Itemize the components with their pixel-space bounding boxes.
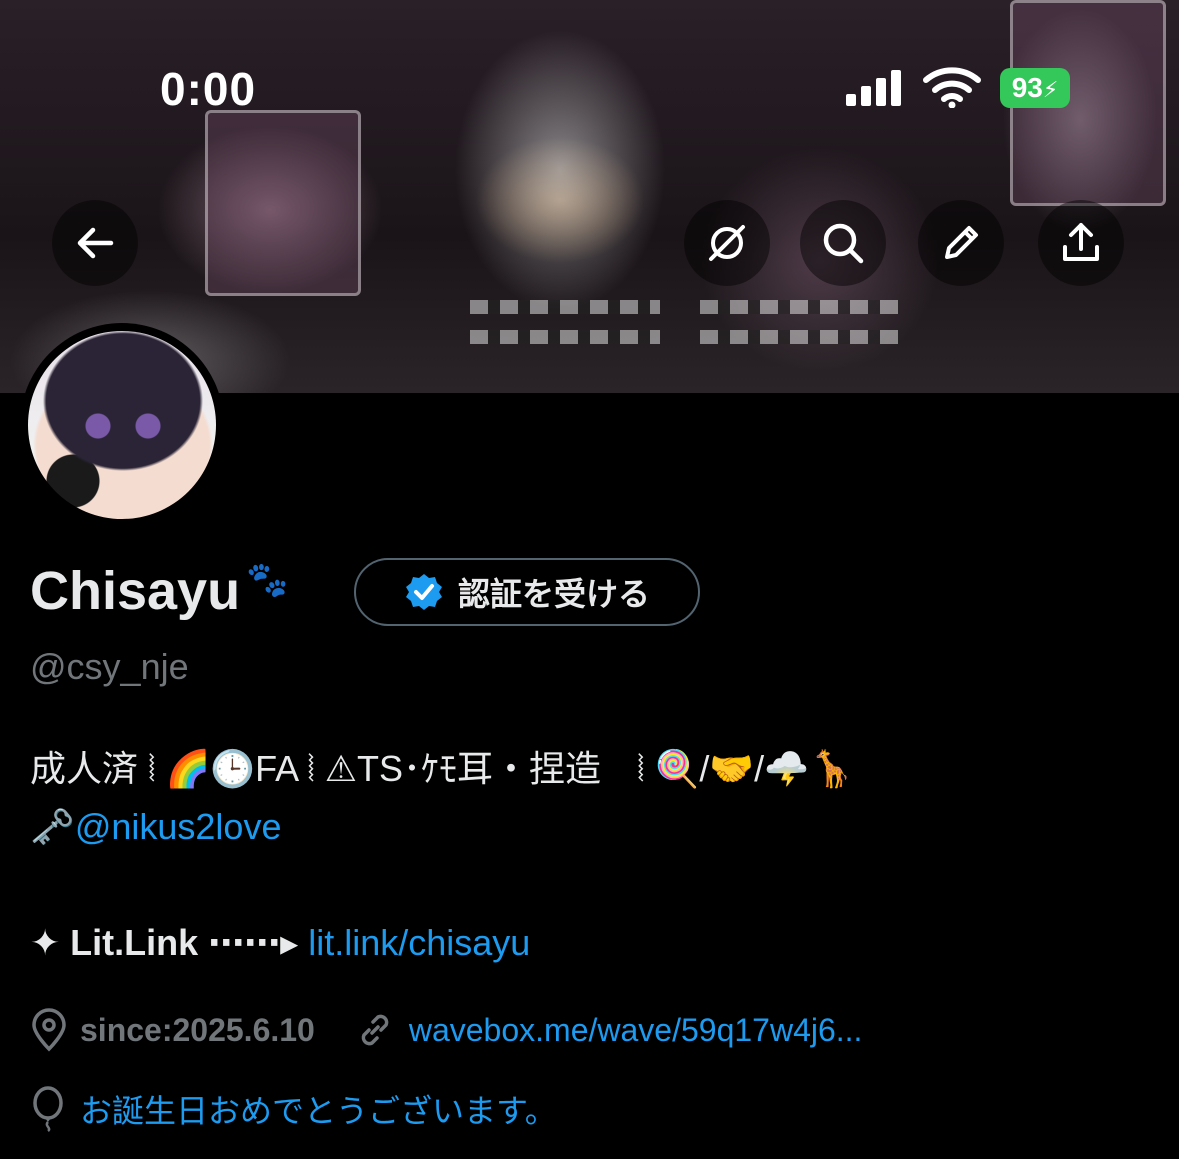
bio-litlink-line: ✦ Lit.Link ⋯⋯▸ lit.link/chisayu — [30, 922, 530, 964]
litlink-label: ✦ Lit.Link ⋯⋯▸ — [30, 922, 299, 963]
verified-badge-icon — [404, 572, 444, 612]
search-button[interactable] — [800, 200, 886, 286]
paw-prints-icon: 🐾 — [246, 561, 289, 599]
wifi-icon — [922, 66, 982, 109]
battery-level: 93 — [1011, 72, 1043, 103]
key-emoji: 🗝️ — [30, 806, 75, 847]
username-handle: @csy_nje — [30, 646, 189, 687]
grok-button[interactable] — [684, 200, 770, 286]
display-name-text: Chisayu — [30, 561, 241, 621]
link-icon — [355, 1010, 395, 1050]
bio-line-1: 成人済 ⦚ 🌈🕒FA ⦚ ⚠TS･ｹﾓ耳・捏造 ⦚ 🍭/🤝/🌩️🦒 — [30, 748, 854, 789]
battery-charging-icon: 93⚡ — [1000, 68, 1070, 108]
birthday-row: お誕生日おめでとうございます。 — [30, 1086, 557, 1132]
signal-icon — [846, 70, 906, 106]
profile-website-link[interactable]: wavebox.me/wave/59q17w4j6... — [409, 1012, 863, 1049]
profile-bio: 成人済 ⦚ 🌈🕒FA ⦚ ⚠TS･ｹﾓ耳・捏造 ⦚ 🍭/🤝/🌩️🦒 🗝️@nik… — [30, 740, 1150, 856]
location-pin-icon — [30, 1008, 68, 1052]
back-arrow-icon — [73, 221, 117, 265]
get-verified-button[interactable]: 認証を受ける — [354, 558, 700, 626]
birthday-message[interactable]: お誕生日おめでとうございます。 — [80, 1086, 557, 1132]
grok-icon — [703, 219, 751, 267]
share-button[interactable] — [1038, 200, 1124, 286]
share-icon — [1057, 219, 1105, 267]
search-icon — [819, 219, 867, 267]
get-verified-label: 認証を受ける — [457, 576, 650, 612]
balloon-icon — [30, 1086, 66, 1132]
litlink-url[interactable]: lit.link/chisayu — [308, 922, 530, 963]
status-time: 0:00 — [160, 63, 257, 115]
status-bar: 0:00 93⚡ — [0, 0, 1179, 150]
edit-icon — [937, 219, 985, 267]
edit-button[interactable] — [918, 200, 1004, 286]
avatar[interactable] — [28, 331, 216, 519]
bio-line-2: 🗝️@nikus2love — [30, 798, 1150, 856]
back-button[interactable] — [52, 200, 138, 286]
display-name: Chisayu 🐾 — [30, 560, 288, 622]
profile-meta-row: since:2025.6.10 wavebox.me/wave/59q17w4j… — [30, 1008, 862, 1052]
bio-mention-link[interactable]: @nikus2love — [75, 806, 282, 847]
profile-location: since:2025.6.10 — [80, 1011, 315, 1048]
